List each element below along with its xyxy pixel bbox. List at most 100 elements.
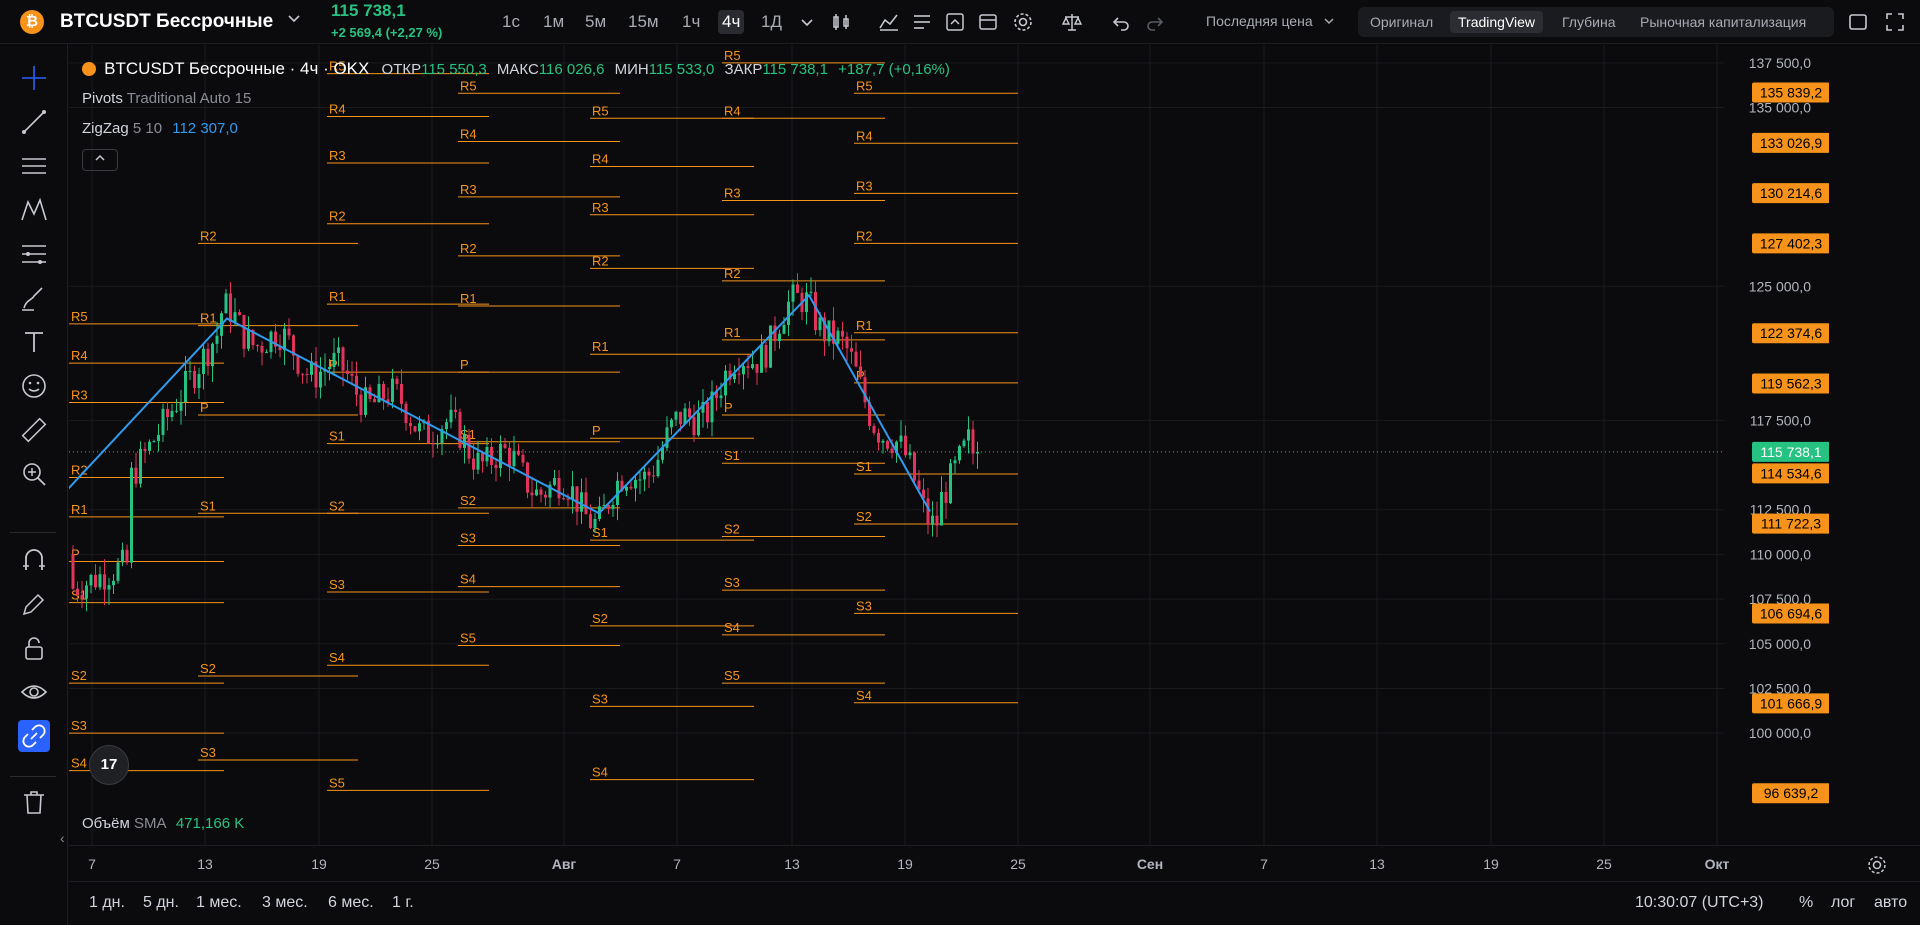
pivot-label: S2 [71,668,87,683]
log-scale-toggle[interactable]: лог [1831,894,1855,912]
legend-change: +187,7 (+0,16%) [838,61,950,78]
candle-body [935,515,939,526]
candle-body [170,411,174,418]
pivot-label: R1 [724,325,741,340]
pivot-label: R3 [592,200,609,215]
range-1m[interactable]: 1 мес. [196,894,242,912]
time-axis[interactable]: 7 13 19 25 Авг 7 13 19 25 Сен 7 13 19 25 Окт [69,845,1920,881]
collapse-left-icon[interactable]: ‹ [60,830,65,846]
auto-scale-toggle[interactable]: авто [1874,894,1907,912]
volume-legend[interactable]: Объём SMA 471,166 K [82,815,244,832]
crosshair-icon[interactable] [18,62,50,94]
brush-icon[interactable] [18,282,50,314]
zigzag-indicator-legend[interactable]: ZigZag 5 10 112 307,0 [82,120,238,137]
pivot-label: S5 [329,775,345,790]
range-1d[interactable]: 1 дн. [89,894,125,912]
timeframe-1m[interactable]: 1м [539,10,568,34]
pivots-indicator-legend[interactable]: Pivots Traditional Auto 15 [82,90,251,107]
lock-icon[interactable] [18,632,50,664]
candle-body [845,336,849,349]
fib-icon[interactable] [18,238,50,270]
chart-area[interactable]: 137 500,0 135 000,0 125 000,0 117 500,0 112 … [69,45,1829,845]
candle-body [373,398,376,403]
view-market-cap[interactable]: Рыночная капитализация [1632,11,1814,33]
trash-icon[interactable] [18,786,50,818]
horizontal-lines-icon[interactable] [18,150,50,182]
bitcoin-icon: ₿ [20,10,44,34]
candle-body [76,588,79,596]
timeframe-4h[interactable]: 4ч [718,10,745,34]
timeframe-1s[interactable]: 1с [498,10,524,34]
candle-body [242,315,246,349]
clock[interactable]: 10:30:07 (UTC+3) [1635,894,1764,912]
candle-body [953,460,957,464]
trend-line-icon[interactable] [18,106,50,138]
zoom-in-icon[interactable] [18,458,50,490]
candle-body [719,395,723,399]
price-type-select[interactable]: Последняя цена [1206,13,1335,30]
settings-gear-icon[interactable] [1011,10,1035,34]
candle-body [382,383,385,400]
candle-body [908,452,912,456]
x-axis-tick-label: 13 [197,856,213,872]
candle-body [98,574,102,588]
y-axis-tick-label: 137 500,0 [1749,55,1811,71]
price-chart[interactable]: 137 500,0135 000,0125 000,0117 500,0112 … [69,45,1829,845]
pivot-label: S4 [71,756,87,771]
pivot-label: R1 [71,502,88,517]
percent-scale-toggle[interactable]: % [1799,894,1813,912]
candle-body [913,452,916,481]
candle-body [791,284,795,302]
view-original[interactable]: Оригинал [1362,11,1441,33]
price-label: 130 214,6 [1760,185,1822,201]
pivot-label: S3 [200,745,216,760]
pattern-icon[interactable] [18,194,50,226]
range-3m[interactable]: 3 мес. [262,894,308,912]
candle-body [260,345,264,353]
candle-body [197,374,201,389]
emoji-icon[interactable] [18,370,50,402]
candle-body [890,448,894,454]
candle-body [944,492,948,504]
timeframe-1d[interactable]: 1Д [757,10,786,34]
volume-ma: SMA [133,815,166,832]
candle-body [764,344,768,368]
candle-body [886,440,889,449]
range-5d[interactable]: 5 дн. [143,894,179,912]
compare-icon[interactable] [976,10,1000,34]
chevron-down-icon[interactable] [287,12,301,29]
candle-body [139,448,142,484]
chart-settings-icon[interactable] [1866,854,1888,876]
candle-body [238,312,241,316]
candles-type-icon[interactable] [829,10,853,34]
scales-icon[interactable] [1060,10,1084,34]
zigzag-name: ZigZag [82,120,129,137]
tradingview-logo[interactable]: 17 [89,745,129,785]
layout-icon[interactable] [1846,10,1870,34]
fullscreen-icon[interactable] [1883,10,1907,34]
eye-icon[interactable] [18,676,50,708]
timeframe-5m[interactable]: 5м [581,10,610,34]
replay-icon[interactable] [943,10,967,34]
magnet-icon[interactable] [18,544,50,576]
ruler-icon[interactable] [18,414,50,446]
view-tradingview[interactable]: TradingView [1450,11,1544,33]
candle-body [103,574,106,590]
indicators-icon[interactable] [877,10,901,34]
symbol-selector[interactable]: BTCUSDT Бессрочные [60,11,273,33]
range-1y[interactable]: 1 г. [392,894,414,912]
timeframe-more-icon[interactable] [795,10,819,34]
timeframe-15m[interactable]: 15м [624,10,663,34]
redo-icon[interactable] [1143,10,1167,34]
range-6m[interactable]: 6 мес. [328,894,374,912]
list-icon[interactable] [910,10,934,34]
text-icon[interactable] [18,326,50,358]
view-depth[interactable]: Глубина [1554,11,1623,33]
link-icon[interactable] [18,720,50,752]
drawing-mode-icon[interactable] [18,588,50,620]
collapse-legend-button[interactable] [82,149,118,171]
undo-icon[interactable] [1109,10,1133,34]
timeframe-1h[interactable]: 1ч [678,10,704,34]
candle-body [413,426,417,432]
pivot-label: P [200,400,209,415]
